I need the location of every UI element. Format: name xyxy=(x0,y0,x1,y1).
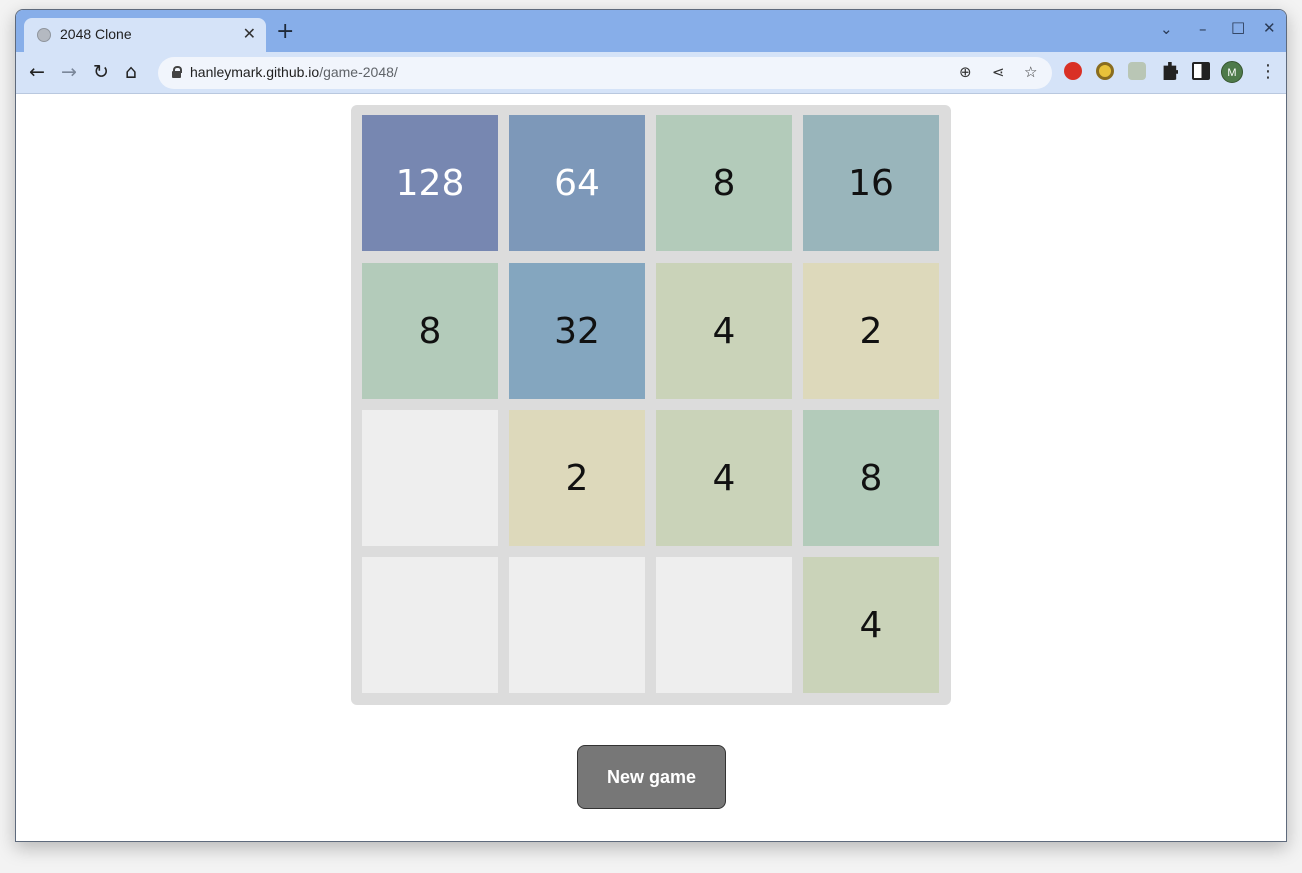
adblock-extension-icon[interactable] xyxy=(1064,62,1082,80)
tile-empty xyxy=(509,557,645,693)
globe-icon xyxy=(37,28,51,42)
extensions-puzzle-icon[interactable] xyxy=(1163,62,1178,80)
side-panel-icon[interactable] xyxy=(1192,62,1210,80)
forward-button[interactable]: → xyxy=(61,61,77,83)
home-button[interactable]: ⌂ xyxy=(125,61,137,83)
address-bar[interactable]: hanleymark.github.io/game-2048/ ⊕ ⋖ ☆ xyxy=(158,57,1052,89)
tile-32: 32 xyxy=(509,263,645,399)
tile-empty xyxy=(362,410,498,546)
tile-16: 16 xyxy=(803,115,939,251)
profile-avatar[interactable]: M xyxy=(1221,61,1243,83)
tile-2: 2 xyxy=(509,410,645,546)
tab-search-chevron-icon[interactable]: ⌄ xyxy=(1160,20,1173,38)
page-content: 128 64 8 16 8 32 4 2 2 4 8 4 New game xyxy=(16,95,1286,841)
extension-icon[interactable] xyxy=(1096,62,1114,80)
browser-window: 2048 Clone ✕ + ⌄ – □ ✕ ← → ↻ ⌂ hanleymar… xyxy=(15,9,1287,842)
tab-strip: 2048 Clone ✕ + ⌄ – □ ✕ xyxy=(16,10,1286,52)
extension-icon[interactable] xyxy=(1128,62,1146,80)
lock-icon[interactable] xyxy=(172,66,182,78)
tile-empty xyxy=(656,557,792,693)
new-game-button[interactable]: New game xyxy=(577,745,726,809)
tile-4: 4 xyxy=(656,263,792,399)
tile-empty xyxy=(362,557,498,693)
new-tab-button[interactable]: + xyxy=(276,21,294,43)
game-board: 128 64 8 16 8 32 4 2 2 4 8 4 xyxy=(351,105,951,705)
tab-title: 2048 Clone xyxy=(60,26,132,42)
tile-2: 2 xyxy=(803,263,939,399)
close-window-button[interactable]: ✕ xyxy=(1263,19,1276,37)
close-tab-icon[interactable]: ✕ xyxy=(243,24,256,43)
tile-8: 8 xyxy=(656,115,792,251)
bookmark-star-icon[interactable]: ☆ xyxy=(1024,63,1037,81)
tile-4: 4 xyxy=(656,410,792,546)
tile-128: 128 xyxy=(362,115,498,251)
back-button[interactable]: ← xyxy=(29,61,45,83)
zoom-icon[interactable]: ⊕ xyxy=(959,63,972,81)
tile-8: 8 xyxy=(803,410,939,546)
maximize-button[interactable]: □ xyxy=(1231,18,1245,36)
tab-2048-clone[interactable]: 2048 Clone ✕ xyxy=(24,18,266,52)
reload-button[interactable]: ↻ xyxy=(93,61,109,83)
browser-toolbar: ← → ↻ ⌂ hanleymark.github.io/game-2048/ … xyxy=(16,52,1286,94)
minimize-button[interactable]: – xyxy=(1199,20,1207,38)
tile-64: 64 xyxy=(509,115,645,251)
browser-menu-icon[interactable]: ⋮ xyxy=(1259,61,1277,82)
tile-4: 4 xyxy=(803,557,939,693)
share-icon[interactable]: ⋖ xyxy=(992,63,1005,81)
tile-8: 8 xyxy=(362,263,498,399)
url-text[interactable]: hanleymark.github.io/game-2048/ xyxy=(190,64,398,80)
